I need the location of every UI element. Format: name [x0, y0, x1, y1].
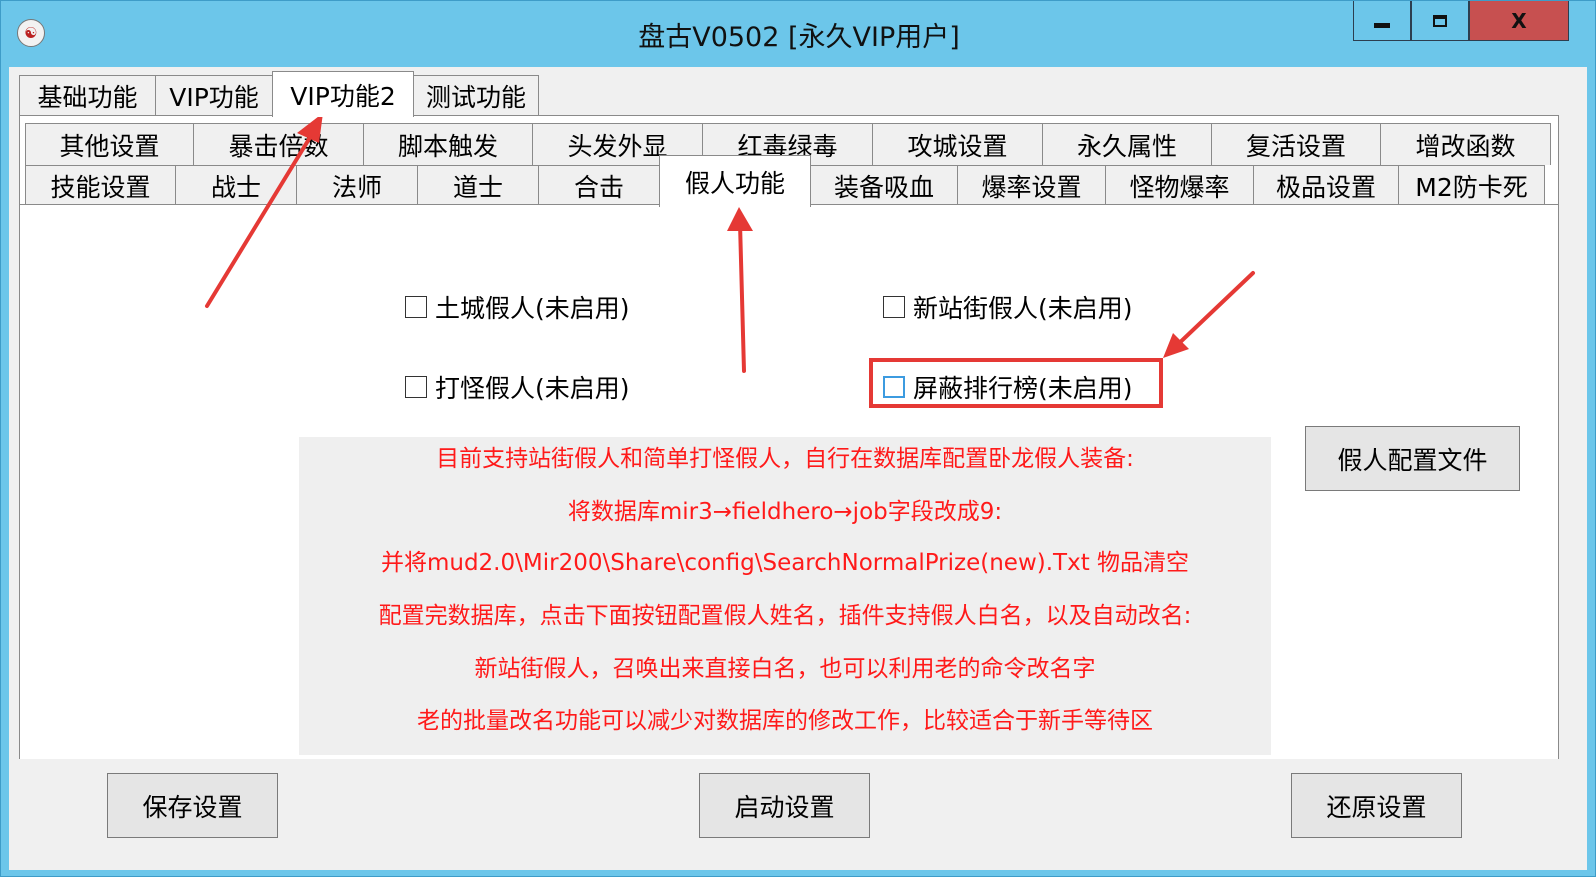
main-tab-bar: 基础功能 VIP功能 VIP功能2 测试功能: [19, 71, 539, 117]
city-bot-checkbox[interactable]: 土城假人(未启用): [405, 289, 630, 325]
subtab-monster-drop[interactable]: 怪物爆率: [1105, 165, 1254, 205]
info-text-box: 目前支持站街假人和简单打怪假人，自行在数据库配置卧龙假人装备: 将数据库mir3…: [299, 437, 1271, 755]
start-settings-button[interactable]: 启动设置: [699, 773, 870, 838]
info-line: 新站街假人，召唤出来直接白名，也可以利用老的命令改名字: [474, 656, 1096, 682]
checkbox-box[interactable]: [883, 296, 905, 318]
subtab-warrior[interactable]: 战士: [175, 165, 297, 205]
checkbox-box[interactable]: [405, 376, 427, 398]
save-settings-button[interactable]: 保存设置: [107, 773, 278, 838]
tab-test[interactable]: 测试功能: [413, 75, 539, 115]
info-line: 配置完数据库，点击下面按钮配置假人姓名，插件支持假人白名，以及自动改名:: [378, 603, 1192, 629]
tab-vip[interactable]: VIP功能: [155, 75, 273, 115]
city-bot-label: 土城假人(未启用): [435, 294, 630, 323]
minimize-button[interactable]: [1353, 1, 1411, 41]
title-bar[interactable]: ☯ 盘古V0502 [永久VIP用户] X: [1, 1, 1596, 67]
subtab-m2-anti-freeze[interactable]: M2防卡死: [1398, 165, 1545, 205]
tab-basic[interactable]: 基础功能: [19, 75, 156, 115]
subtab-combo[interactable]: 合击: [538, 165, 660, 205]
subtab-bot-function[interactable]: 假人功能: [659, 155, 811, 207]
maximize-icon: [1433, 14, 1447, 27]
restore-settings-button[interactable]: 还原设置: [1291, 773, 1462, 838]
checkbox-box[interactable]: [405, 296, 427, 318]
tab-vip2[interactable]: VIP功能2: [272, 71, 414, 117]
subtab-mage[interactable]: 法师: [296, 165, 418, 205]
subtab-drop-rate[interactable]: 爆率设置: [957, 165, 1106, 205]
subtab-siege-settings[interactable]: 攻城设置: [872, 123, 1043, 165]
subtab-taoist[interactable]: 道士: [417, 165, 539, 205]
minimize-icon: [1374, 23, 1390, 28]
monster-bot-label: 打怪假人(未启用): [435, 374, 630, 403]
info-line: 将数据库mir3→fieldhero→job字段改成9:: [567, 499, 1003, 525]
info-line: 并将mud2.0\Mir200\Share\config\SearchNorma…: [380, 550, 1190, 576]
monster-bot-checkbox[interactable]: 打怪假人(未启用): [405, 369, 630, 405]
annotation-highlight-box: [869, 358, 1163, 408]
subtab-other-settings[interactable]: 其他设置: [25, 123, 194, 165]
close-icon: X: [1511, 8, 1527, 33]
street-bot-checkbox[interactable]: 新站街假人(未启用): [883, 289, 1133, 325]
subtab-crit-multiplier[interactable]: 暴击倍数: [193, 123, 364, 165]
subtab-premium-settings[interactable]: 极品设置: [1253, 165, 1399, 205]
subtab-functions[interactable]: 增改函数: [1380, 123, 1551, 165]
bot-config-file-button[interactable]: 假人配置文件: [1305, 426, 1520, 491]
info-line: 目前支持站街假人和简单打怪假人，自行在数据库配置卧龙假人装备:: [436, 446, 1134, 472]
subtab-skill-settings[interactable]: 技能设置: [25, 165, 176, 205]
subtab-script-trigger[interactable]: 脚本触发: [363, 123, 533, 165]
subtab-permanent-attrs[interactable]: 永久属性: [1042, 123, 1212, 165]
street-bot-label: 新站街假人(未启用): [913, 294, 1133, 323]
subtab-equip-lifesteal[interactable]: 装备吸血: [810, 165, 958, 205]
info-line: 老的批量改名功能可以减少对数据库的修改工作，比较适合于新手等待区: [417, 708, 1153, 734]
app-window: ☯ 盘古V0502 [永久VIP用户] X 基础功能 VIP功能 VIP功能2 …: [0, 0, 1596, 877]
sub-tab-row-2: 技能设置 战士 法师 道士 合击 假人功能 装备吸血 爆率设置 怪物爆率 极品设…: [25, 155, 1545, 207]
close-button[interactable]: X: [1469, 1, 1569, 41]
subtab-revive-settings[interactable]: 复活设置: [1211, 123, 1381, 165]
maximize-button[interactable]: [1411, 1, 1469, 41]
